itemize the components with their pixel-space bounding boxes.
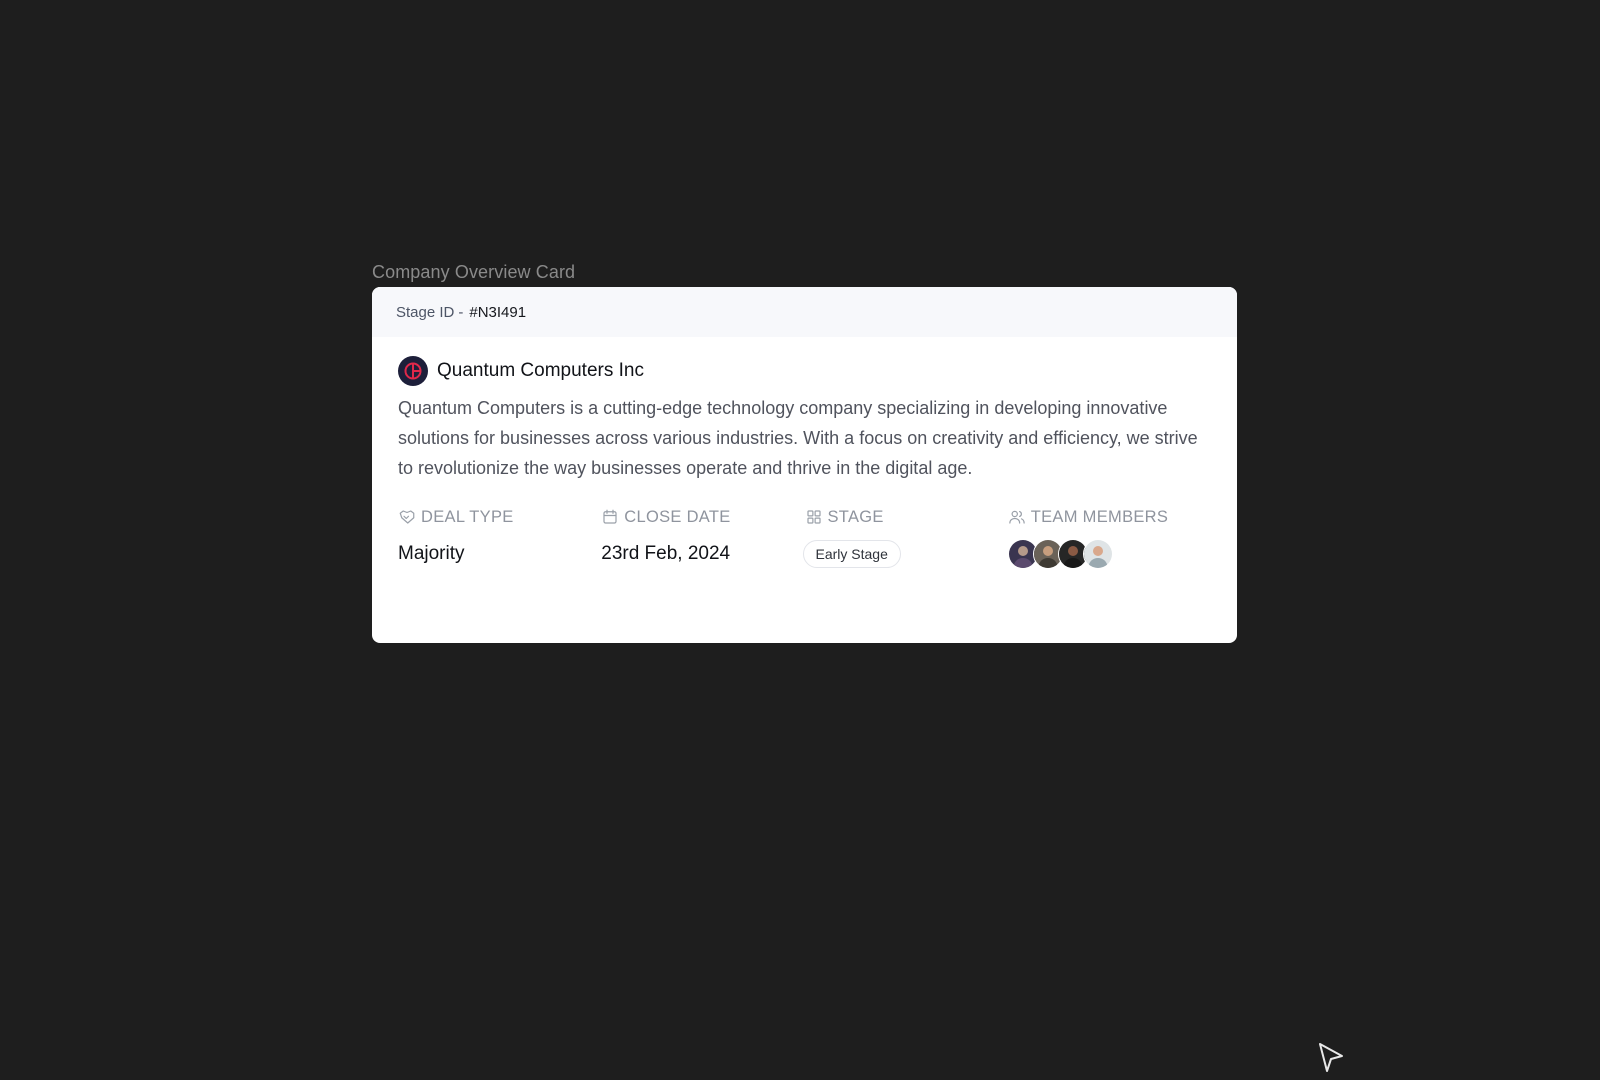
stage-id-label: Stage ID	[396, 303, 455, 321]
stage-id-value: #N3I491	[469, 303, 527, 321]
team-members-label-row: TEAM MEMBERS	[1008, 505, 1211, 529]
close-date-field: CLOSE DATE 23rd Feb, 2024	[601, 505, 804, 569]
company-overview-card[interactable]: Stage ID - #N3I491 Quantum Computers Inc…	[372, 287, 1237, 643]
close-date-value: 23rd Feb, 2024	[601, 543, 731, 564]
company-name[interactable]: Quantum Computers Inc	[437, 360, 644, 382]
deal-type-value: Majority	[398, 543, 465, 564]
grid-icon	[806, 510, 821, 524]
stage-id-separator: -	[458, 303, 464, 321]
canvas: Company Overview Card Stage ID - #N3I491…	[0, 0, 1600, 1080]
team-members-value	[1007, 539, 1211, 569]
stage-label: STAGE	[827, 507, 884, 526]
close-date-label-row: CLOSE DATE	[601, 505, 804, 529]
team-members-field: TEAM MEMBERS	[1007, 505, 1211, 569]
deal-type-label-row: DEAL TYPE	[398, 505, 601, 529]
card-body: Quantum Computers Inc Quantum Computers …	[372, 337, 1237, 569]
stage-badge[interactable]: Early Stage	[802, 540, 901, 568]
frame-label: Company Overview Card	[372, 262, 576, 282]
stage-value-row: Early Stage	[802, 539, 1008, 569]
avatar-group[interactable]	[1007, 539, 1113, 569]
company-description: Quantum Computers is a cutting-edge tech…	[398, 398, 1198, 478]
stage-field: STAGE Early Stage	[802, 505, 1008, 569]
deal-type-label: DEAL TYPE	[421, 507, 514, 526]
close-date-label: CLOSE DATE	[624, 507, 731, 526]
calendar-icon	[603, 509, 617, 524]
users-icon	[1009, 510, 1025, 524]
team-members-label: TEAM MEMBERS	[1030, 507, 1169, 526]
avatar[interactable]	[1082, 539, 1113, 569]
company-row: Quantum Computers Inc	[398, 355, 1211, 387]
handshake-icon	[399, 510, 415, 524]
meta-row: DEAL TYPE Majority CLOSE DATE 23rd Feb, …	[398, 505, 1211, 569]
company-logo-icon	[398, 356, 428, 386]
deal-type-field: DEAL TYPE Majority	[398, 505, 601, 569]
card-header: Stage ID - #N3I491	[372, 287, 1237, 337]
mouse-cursor-icon	[1319, 1043, 1343, 1072]
stage-label-row: STAGE	[805, 505, 1008, 529]
